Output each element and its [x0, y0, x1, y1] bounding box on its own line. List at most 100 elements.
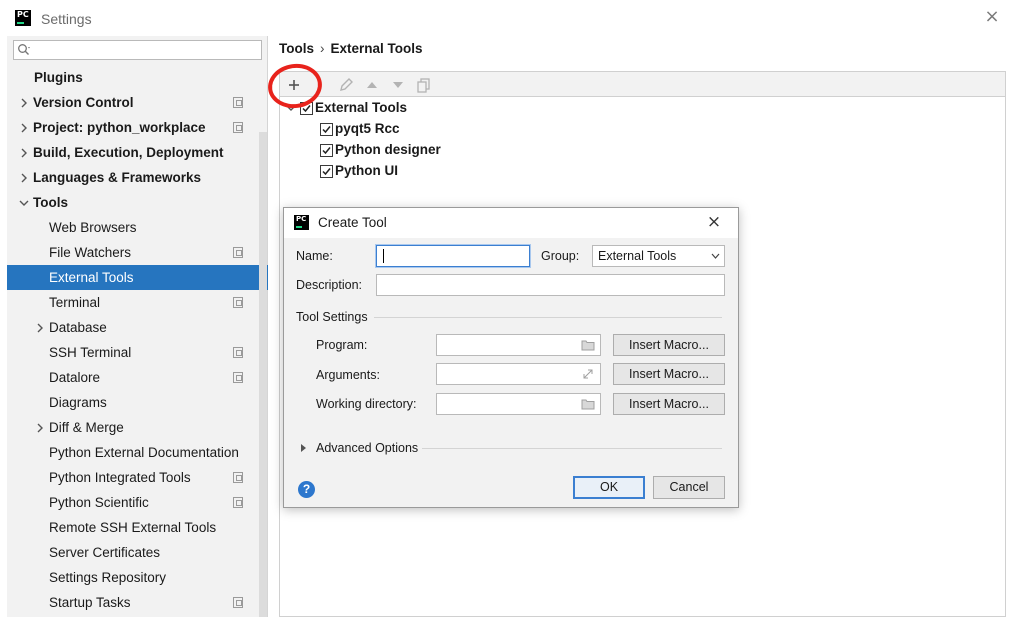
search-icon [18, 44, 30, 55]
sidebar-item-plugins[interactable]: Plugins [7, 65, 259, 90]
sidebar-item-label: Web Browsers [49, 220, 137, 235]
tool-checkbox[interactable] [320, 144, 333, 157]
sidebar-item-python-scientific[interactable]: Python Scientific [7, 490, 259, 515]
project-settings-icon [233, 597, 243, 608]
project-settings-icon [233, 247, 243, 258]
sidebar-item-terminal[interactable]: Terminal [7, 290, 259, 315]
sidebar-item-ssh-terminal[interactable]: SSH Terminal [7, 340, 259, 365]
settings-sidebar: Plugins Version Control Project: python_… [7, 36, 268, 617]
sidebar-item-label: Diff & Merge [49, 420, 124, 435]
sidebar-item-label: Settings Repository [49, 570, 167, 585]
move-down-icon[interactable] [388, 75, 408, 95]
project-settings-icon [233, 347, 243, 358]
working-directory-input[interactable] [436, 393, 601, 415]
dialog-titlebar: PC Create Tool × [284, 208, 738, 238]
breadcrumb-parent[interactable]: Tools [279, 41, 314, 56]
triangle-right-icon [301, 444, 306, 452]
sidebar-item-label: Python Scientific [49, 495, 149, 510]
settings-search-input[interactable] [13, 40, 262, 60]
sidebar-item-label: Project: python_workplace [33, 120, 206, 135]
project-settings-icon [233, 297, 243, 308]
breadcrumb-current: External Tools [330, 41, 423, 56]
sidebar-item-settings-repository[interactable]: Settings Repository [7, 565, 259, 590]
sidebar-item-version-control[interactable]: Version Control [7, 90, 259, 115]
section-divider [374, 317, 722, 318]
description-input[interactable] [376, 274, 725, 296]
edit-icon[interactable] [336, 75, 356, 95]
sidebar-item-diagrams[interactable]: Diagrams [7, 390, 259, 415]
sidebar-item-file-watchers[interactable]: File Watchers [7, 240, 259, 265]
sidebar-item-python-ext-docs[interactable]: Python External Documentation [7, 440, 259, 465]
sidebar-item-label: External Tools [49, 270, 134, 285]
sidebar-item-label: Diagrams [49, 395, 107, 410]
sidebar-item-label: Database [49, 320, 107, 335]
sidebar-item-label: File Watchers [49, 245, 132, 260]
chevron-right-icon[interactable] [35, 323, 45, 333]
help-icon[interactable]: ? [298, 481, 315, 498]
breadcrumb: Tools › External Tools [279, 41, 423, 56]
insert-macro-button-program[interactable]: Insert Macro... [613, 334, 725, 356]
cancel-button[interactable]: Cancel [653, 476, 725, 499]
window-close-icon[interactable]: × [983, 8, 1001, 26]
sidebar-item-label: Python Integrated Tools [49, 470, 191, 485]
folder-icon[interactable] [581, 398, 595, 410]
create-tool-dialog: PC Create Tool × Name: Group: External T… [283, 207, 739, 508]
sidebar-item-build[interactable]: Build, Execution, Deployment [7, 140, 259, 165]
chevron-right-icon[interactable] [19, 148, 29, 158]
project-settings-icon [233, 472, 243, 483]
arguments-label: Arguments: [316, 368, 380, 382]
sidebar-item-tools[interactable]: Tools [7, 190, 259, 215]
sidebar-item-python-integrated-tools[interactable]: Python Integrated Tools [7, 465, 259, 490]
sidebar-item-web-browsers[interactable]: Web Browsers [7, 215, 259, 240]
name-input[interactable] [376, 245, 530, 267]
tool-group-label: External Tools [315, 100, 408, 115]
tool-label: Python UI [335, 163, 398, 178]
sidebar-item-label: Languages & Frameworks [33, 170, 202, 185]
advanced-options-toggle[interactable]: Advanced Options [300, 440, 440, 458]
sidebar-item-database[interactable]: Database [7, 315, 259, 340]
sidebar-item-label: Plugins [34, 70, 83, 85]
sidebar-item-label: Startup Tasks [49, 595, 131, 610]
chevron-right-icon[interactable] [35, 423, 45, 433]
copy-icon[interactable] [414, 75, 434, 95]
sidebar-item-startup-tasks[interactable]: Startup Tasks [7, 590, 259, 615]
program-label: Program: [316, 338, 368, 352]
chevron-right-icon[interactable] [19, 98, 29, 108]
program-input[interactable] [436, 334, 601, 356]
sidebar-item-label: Remote SSH External Tools [49, 520, 217, 535]
insert-macro-button-workdir[interactable]: Insert Macro... [613, 393, 725, 415]
dialog-close-icon[interactable]: × [705, 212, 723, 232]
chevron-down-icon[interactable] [19, 198, 29, 208]
tool-checkbox[interactable] [320, 165, 333, 178]
sidebar-item-label: Build, Execution, Deployment [33, 145, 224, 160]
sidebar-item-label: Python External Documentation [49, 445, 239, 460]
window-title: Settings [41, 11, 92, 27]
group-select[interactable]: External Tools [592, 245, 725, 267]
move-up-icon[interactable] [362, 75, 382, 95]
sidebar-item-languages[interactable]: Languages & Frameworks [7, 165, 259, 190]
window-titlebar: PC Settings × [0, 0, 1018, 36]
chevron-down-icon [711, 253, 720, 259]
arguments-input[interactable] [436, 363, 601, 385]
folder-icon[interactable] [581, 339, 595, 351]
expand-icon[interactable] [581, 368, 595, 380]
chevron-right-icon[interactable] [19, 123, 29, 133]
advanced-options-label: Advanced Options [316, 441, 419, 455]
project-settings-icon [233, 122, 243, 133]
sidebar-item-server-certificates[interactable]: Server Certificates [7, 540, 259, 565]
ok-button[interactable]: OK [573, 476, 645, 499]
tool-label: Python designer [335, 142, 441, 157]
tool-checkbox[interactable] [320, 123, 333, 136]
sidebar-item-remote-ssh-tools[interactable]: Remote SSH External Tools [7, 515, 259, 540]
sidebar-item-external-tools[interactable]: External Tools [7, 265, 268, 290]
insert-macro-button-arguments[interactable]: Insert Macro... [613, 363, 725, 385]
sidebar-item-project[interactable]: Project: python_workplace [7, 115, 259, 140]
sidebar-item-label: Datalore [49, 370, 101, 385]
sidebar-item-datalore[interactable]: Datalore [7, 365, 259, 390]
description-label: Description: [296, 278, 362, 292]
sidebar-item-label: Terminal [49, 295, 101, 310]
sidebar-item-diff-merge[interactable]: Diff & Merge [7, 415, 259, 440]
sidebar-scrollbar[interactable] [259, 132, 267, 617]
chevron-right-icon[interactable] [19, 173, 29, 183]
sidebar-item-label: Version Control [33, 95, 134, 110]
